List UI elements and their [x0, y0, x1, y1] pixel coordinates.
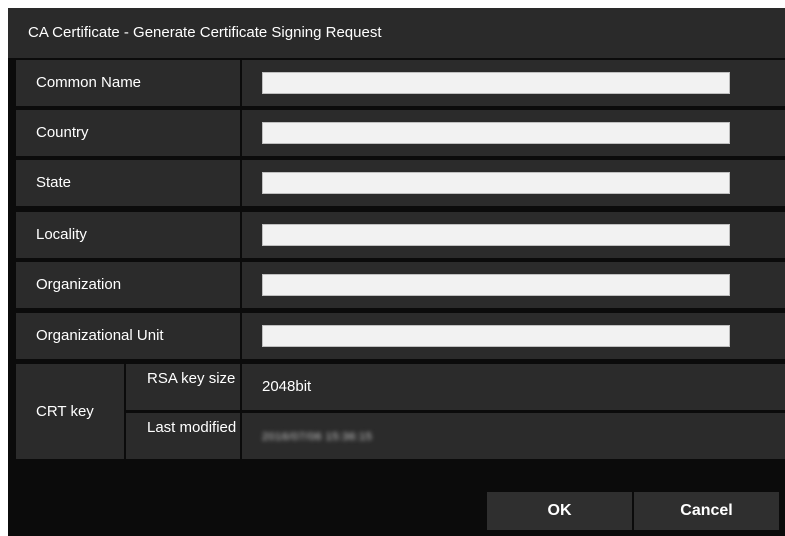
organization-input[interactable] — [262, 274, 730, 296]
state-input[interactable] — [262, 172, 730, 194]
locality-label: Locality — [16, 212, 240, 258]
locality-cell — [242, 212, 785, 258]
organizational-unit-cell — [242, 313, 785, 359]
common-name-cell — [242, 60, 785, 106]
organizational-unit-label: Organizational Unit — [16, 313, 240, 359]
last-modified-label: Last modified — [126, 413, 240, 459]
country-input[interactable] — [262, 122, 730, 144]
locality-input[interactable] — [262, 224, 730, 246]
common-name-input[interactable] — [262, 72, 730, 94]
rsa-key-size-value: 2048bit — [242, 364, 785, 410]
organizational-unit-input[interactable] — [262, 325, 730, 347]
country-label: Country — [16, 110, 240, 156]
crt-key-label: CRT key — [16, 364, 124, 459]
organization-cell — [242, 262, 785, 308]
ok-button[interactable]: OK — [487, 492, 632, 530]
organization-label: Organization — [16, 262, 240, 308]
last-modified-cell: 2016/07/06 15:36:15 — [242, 413, 785, 459]
common-name-label: Common Name — [16, 60, 240, 106]
rsa-key-size-label: RSA key size — [126, 364, 240, 410]
dialog-title: CA Certificate - Generate Certificate Si… — [8, 8, 785, 58]
country-cell — [242, 110, 785, 156]
state-cell — [242, 160, 785, 206]
cancel-button[interactable]: Cancel — [634, 492, 779, 530]
state-label: State — [16, 160, 240, 206]
last-modified-value: 2016/07/06 15:36:15 — [262, 431, 373, 443]
